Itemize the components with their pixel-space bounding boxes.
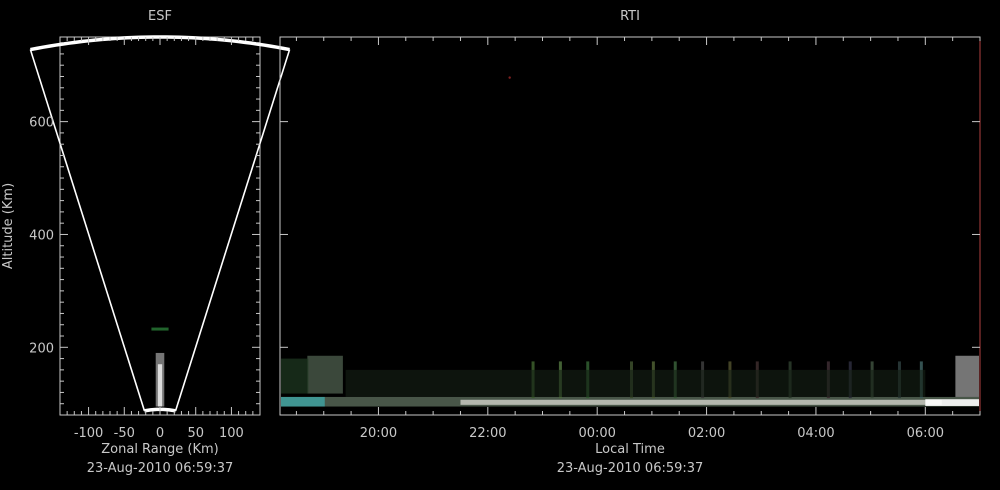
esf-xtick-label: 100 [219, 426, 244, 441]
rti-xtick-label: 02:00 [688, 426, 725, 441]
rti-timestamp: 23-Aug-2010 06:59:37 [557, 461, 704, 476]
rti-xtick-label: 00:00 [578, 426, 615, 441]
rti-late-patch [955, 355, 979, 397]
esf-title: ESF [148, 9, 172, 24]
rti-title: RTI [620, 9, 640, 24]
esf-fan-right-edge [174, 49, 291, 412]
rti-bright-band [460, 399, 942, 405]
esf-ytick-label: 400 [29, 228, 54, 243]
rti-panel: 20:00 22:00 00:00 02:00 04:00 06:00 Local Tim… [279, 36, 981, 476]
esf-panel: -100 -50 0 50 100200400600 Zonal Range (Km) … [1, 35, 291, 476]
chart-canvas: ESF RTI -100 -50 0 50 100 200 400 600 Zonal Ran… [1, 9, 981, 476]
esf-ticks: -100 -50 0 50 100 200 400 600 [29, 37, 260, 441]
rti-xlabel: Local Time [595, 442, 665, 457]
esf-xtick-label: -100 [74, 426, 104, 441]
rti-echo-layer [281, 76, 979, 407]
esf-ytick-label: 200 [29, 341, 54, 356]
rti-early-patch-dim [281, 358, 309, 394]
esf-ytick-label: 600 [29, 116, 54, 131]
rti-speck [508, 76, 511, 79]
rti-frame [279, 36, 981, 416]
esf-xtick-label: 50 [187, 426, 204, 441]
esf-echo-core [157, 364, 163, 407]
esf-xlabel: Zonal Range (Km) [101, 442, 218, 457]
rti-early-patch [307, 355, 343, 394]
rti-xtick-label: 06:00 [907, 426, 944, 441]
esf-timestamp: 23-Aug-2010 06:59:37 [87, 461, 234, 476]
rti-xtick-label: 20:00 [360, 426, 397, 441]
esf-xtick-label: 0 [156, 426, 164, 441]
esf-ylabel: Altitude (Km) [1, 183, 16, 269]
esf-echo-layer [151, 327, 169, 407]
esf-xtick-label: -50 [114, 426, 135, 441]
rti-late-band [925, 399, 979, 406]
rti-xtick-label: 04:00 [797, 426, 834, 441]
rti-early-band [281, 396, 325, 407]
esf-echo-speck [151, 327, 169, 331]
rti-faint-haze [345, 369, 926, 397]
rti-xtick-label: 22:00 [469, 426, 506, 441]
